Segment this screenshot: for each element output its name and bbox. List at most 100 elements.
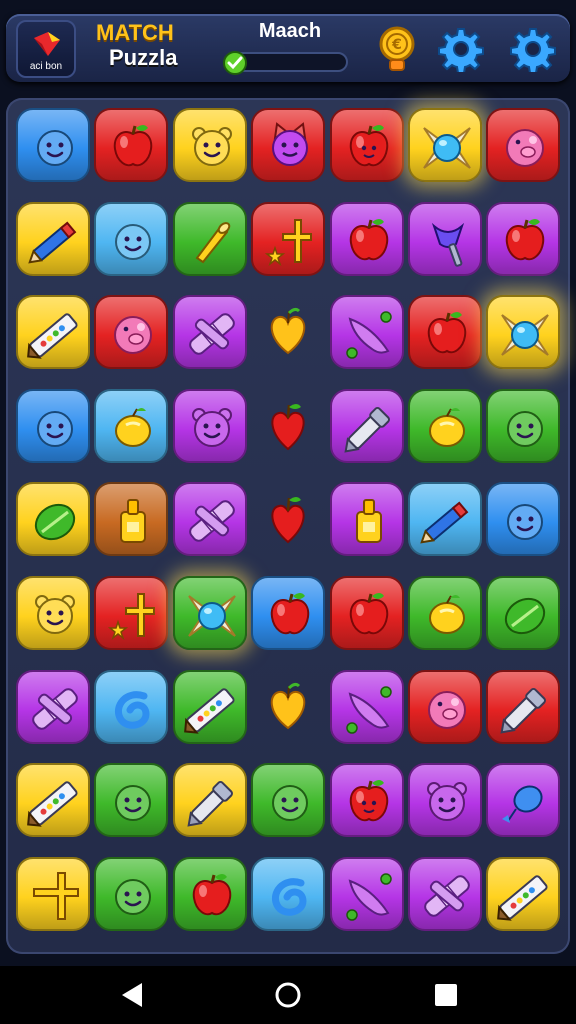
settings-gear-icon-2[interactable] (510, 26, 556, 72)
game-tile-apple[interactable] (329, 576, 404, 650)
game-tile-face[interactable] (16, 388, 90, 463)
game-tile-bear[interactable] (16, 576, 90, 650)
coin-icon[interactable]: € (376, 26, 418, 74)
game-tile-bear[interactable] (172, 108, 247, 182)
bear-icon (191, 127, 232, 166)
game-tile-face[interactable] (486, 388, 561, 463)
game-tile-pig[interactable] (408, 669, 482, 744)
plunger-icon (431, 222, 465, 267)
game-tile-bear[interactable] (172, 388, 247, 463)
game-tile-strawberry[interactable] (251, 482, 325, 556)
svg-text:€: € (391, 37, 402, 53)
glue-icon (355, 499, 382, 544)
pig-icon (428, 690, 466, 729)
face-icon (37, 410, 73, 447)
crayon-icon (27, 781, 78, 827)
game-tile-pea[interactable] (329, 295, 404, 370)
system-nav-bar (0, 966, 576, 1024)
game-logo[interactable]: aci bon (16, 20, 76, 78)
face-icon (272, 785, 309, 822)
game-tile-cross-star[interactable] (251, 201, 326, 276)
game-tile-apple[interactable] (94, 108, 169, 182)
game-tile-face[interactable] (486, 482, 561, 557)
game-tile-heart[interactable] (251, 670, 325, 744)
top-bar: aci bon MATCH Puzzla Maach € (6, 14, 570, 82)
apple-face-icon (349, 780, 388, 822)
game-tile-candy[interactable] (486, 295, 561, 370)
game-tile-face[interactable] (94, 201, 169, 276)
game-tile-crayon[interactable] (16, 763, 90, 838)
game-tile-crayon[interactable] (16, 295, 90, 370)
game-tile-apple[interactable] (329, 201, 404, 276)
back-triangle-icon[interactable] (118, 980, 146, 1010)
pencil-icon (28, 221, 77, 264)
game-tile-apple[interactable] (251, 576, 326, 650)
game-tile-bandage[interactable] (172, 482, 247, 557)
game-tile-bandage[interactable] (172, 295, 247, 370)
game-tile-pen[interactable] (172, 763, 247, 838)
game-tile-swirl[interactable] (94, 669, 169, 744)
game-tile-apple[interactable] (408, 295, 482, 370)
game-tile-pen[interactable] (486, 669, 561, 744)
game-tile-cross-star[interactable] (94, 576, 169, 650)
game-tile-candy[interactable] (408, 108, 482, 182)
pig-icon (506, 129, 545, 167)
game-tile-plunger[interactable] (408, 201, 482, 276)
game-tile-face[interactable] (251, 763, 326, 838)
balloon-icon (502, 785, 543, 824)
game-tile-horn[interactable] (172, 201, 247, 276)
bandage-icon (424, 875, 470, 917)
game-tile-bandage[interactable] (16, 669, 90, 744)
game-tile-cat[interactable] (251, 108, 326, 182)
game-tile-pig[interactable] (486, 108, 561, 182)
crayon-icon (27, 313, 78, 359)
game-tile-balloon[interactable] (486, 763, 561, 838)
game-tile-crayon[interactable] (172, 669, 247, 744)
game-tile-pen[interactable] (329, 388, 404, 463)
apple-icon (427, 312, 467, 354)
game-tile-swirl[interactable] (251, 856, 326, 931)
game-tile-face[interactable] (94, 763, 169, 838)
heart-icon (271, 682, 306, 729)
pen-icon (500, 687, 547, 734)
game-tile-apple[interactable] (172, 856, 247, 931)
game-tile-leaf[interactable] (486, 576, 561, 650)
game-tile-strawberry[interactable] (251, 389, 325, 463)
pea-icon (345, 311, 392, 359)
recent-square-icon[interactable] (432, 980, 460, 1010)
apple-icon (349, 593, 388, 635)
candy-icon (187, 595, 236, 637)
game-tile-apple-face[interactable] (329, 108, 404, 182)
game-tile-bandage[interactable] (408, 856, 482, 931)
pen-icon (344, 406, 390, 453)
game-tile-pig[interactable] (94, 295, 169, 370)
game-tile-glue[interactable] (329, 482, 404, 557)
game-tile-face[interactable] (16, 108, 90, 182)
swirl-icon (115, 690, 150, 729)
game-tile-pea[interactable] (329, 856, 404, 931)
swirl-icon (272, 878, 307, 916)
home-circle-icon[interactable] (274, 980, 302, 1010)
game-tile-lemon[interactable] (408, 576, 482, 650)
game-tile-crayon[interactable] (486, 856, 561, 931)
settings-gear-icon[interactable] (438, 26, 484, 72)
game-tile-cross[interactable] (16, 856, 90, 931)
game-tile-pea[interactable] (329, 669, 404, 744)
game-tile-glue[interactable] (94, 482, 169, 557)
game-tile-pencil[interactable] (408, 482, 482, 557)
candy-icon (423, 127, 471, 169)
pig-icon (114, 316, 153, 355)
game-tile-apple[interactable] (486, 201, 561, 276)
face-icon (115, 223, 152, 260)
game-tile-lemon[interactable] (408, 388, 482, 463)
game-tile-lemon[interactable] (94, 388, 169, 463)
game-tile-leaf[interactable] (16, 482, 90, 557)
game-tile-bear[interactable] (408, 763, 482, 838)
game-tile-face[interactable] (94, 856, 169, 931)
horn-icon (195, 221, 231, 263)
game-tile-candy[interactable] (172, 576, 247, 650)
pea-icon (345, 685, 392, 734)
game-tile-pencil[interactable] (16, 201, 90, 276)
game-tile-apple-face[interactable] (329, 763, 404, 838)
game-tile-heart[interactable] (251, 295, 325, 369)
